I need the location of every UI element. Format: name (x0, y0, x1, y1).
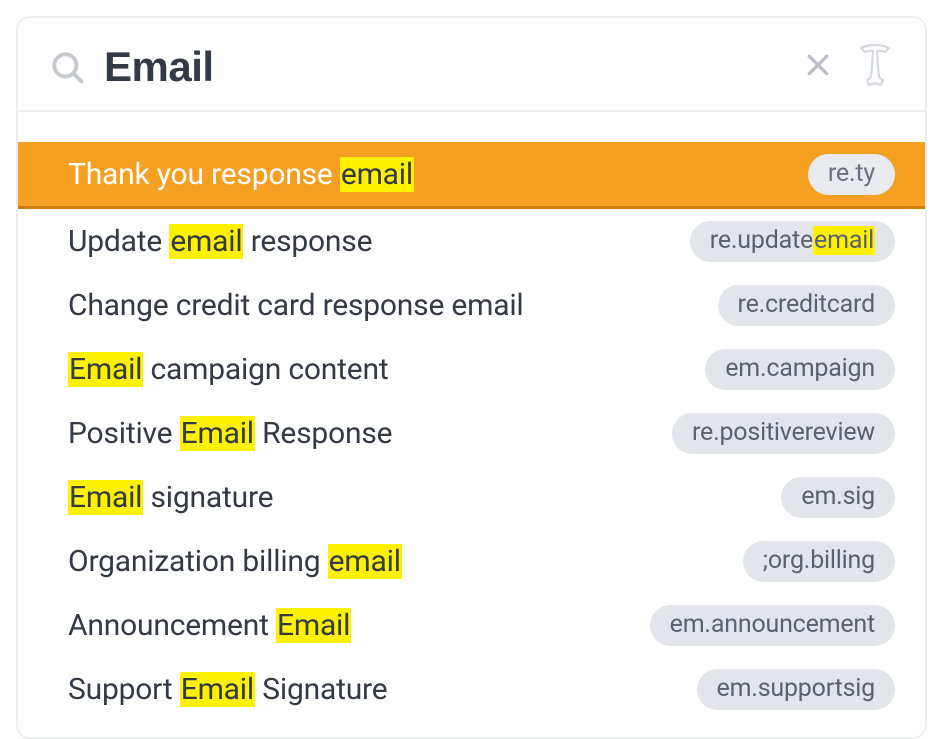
close-icon[interactable] (803, 50, 833, 84)
search-input[interactable] (104, 43, 785, 91)
result-title: Support Email Signature (68, 672, 387, 707)
result-row[interactable]: Email signature em.sig (18, 465, 925, 529)
result-row[interactable]: Announcement Email em.announcement (18, 593, 925, 657)
highlight: Email (180, 416, 255, 451)
result-row[interactable]: Change credit card response email re.cred… (18, 273, 925, 337)
result-tag-pill: re.creditcard (718, 285, 895, 326)
result-tag-pill: re.positivereview (672, 413, 895, 454)
highlight: email (169, 224, 243, 259)
result-title: Update email response (68, 224, 372, 259)
result-row[interactable]: Support Email Signature em.supportsig (18, 657, 925, 721)
result-tag-pill: em.announcement (650, 605, 895, 646)
highlight: Email (180, 672, 255, 707)
highlight: email (328, 544, 402, 579)
highlight: email (340, 157, 414, 192)
result-title: Announcement Email (68, 608, 351, 643)
result-tag-pill: ;org.billing (743, 541, 895, 582)
result-row[interactable]: Organization billing email ;org.billing (18, 529, 925, 593)
results-list: Thank you response email re.ty Update emai… (18, 142, 925, 721)
result-title: Email campaign content (68, 352, 388, 387)
result-title: Positive Email Response (68, 416, 392, 451)
search-icon (48, 48, 86, 86)
highlight: email (813, 226, 875, 255)
result-tag-pill: em.campaign (705, 349, 895, 390)
snippet-search-panel: Thank you response email re.ty Update emai… (16, 16, 927, 739)
result-tag-pill: em.supportsig (697, 669, 895, 710)
highlight: Email (68, 352, 143, 387)
result-row[interactable]: Update email response re.updateemail (18, 209, 925, 273)
highlight: Email (68, 480, 143, 515)
result-title: Organization billing email (68, 544, 402, 579)
textexpander-t-icon[interactable] (855, 42, 895, 92)
search-bar (18, 18, 925, 110)
result-row[interactable]: Positive Email Response re.positivereview (18, 401, 925, 465)
search-actions (803, 42, 895, 92)
result-tag-pill: re.ty (808, 154, 895, 195)
highlight: Email (276, 608, 351, 643)
result-title: Change credit card response email (68, 288, 524, 323)
result-row[interactable]: Thank you response email re.ty (18, 142, 925, 209)
result-title: Thank you response email (68, 157, 414, 192)
result-title: Email signature (68, 480, 273, 515)
result-tag-pill: re.updateemail (690, 221, 895, 262)
spacer (18, 112, 925, 142)
result-tag-pill: em.sig (781, 477, 895, 518)
result-row[interactable]: Email campaign content em.campaign (18, 337, 925, 401)
spacer (18, 721, 925, 737)
